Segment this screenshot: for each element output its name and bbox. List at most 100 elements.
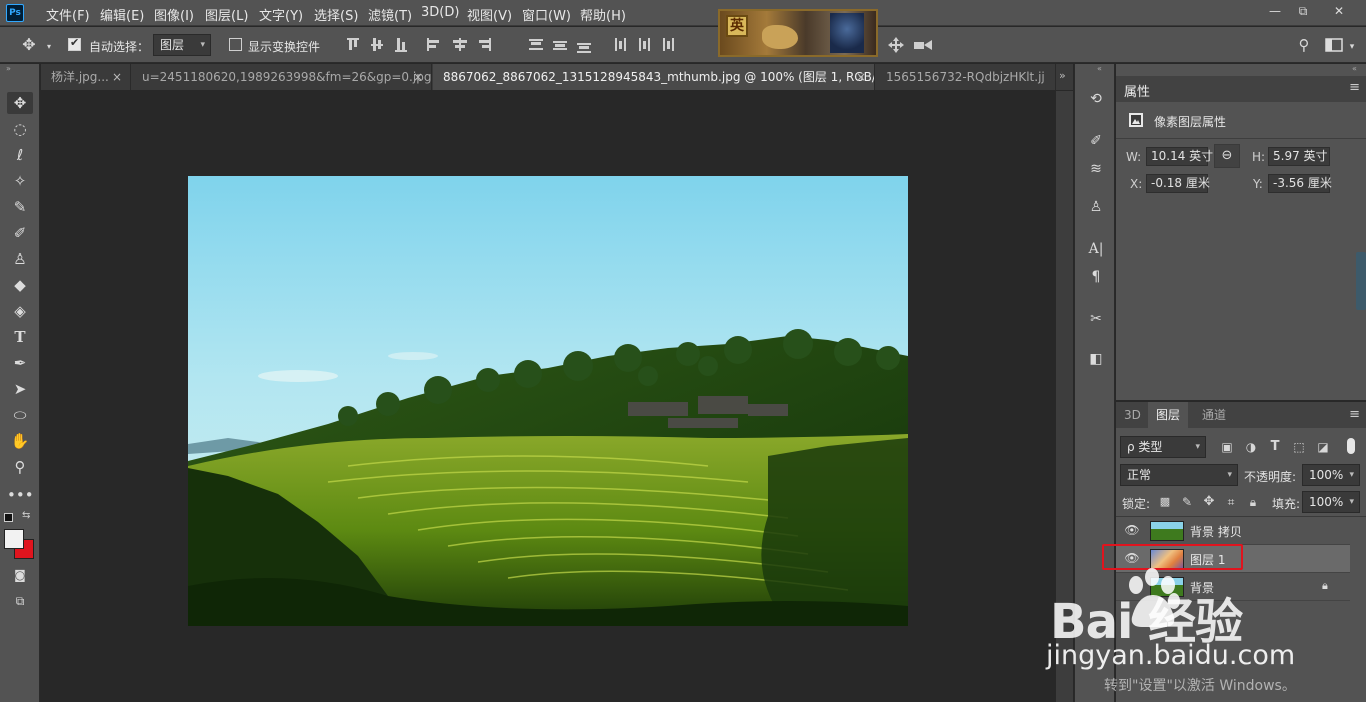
- tab-channels[interactable]: 通道: [1194, 402, 1234, 428]
- filter-shape-icon[interactable]: ⬚: [1290, 438, 1308, 456]
- lock-transparent-icon[interactable]: ▩: [1156, 493, 1174, 511]
- magic-wand-icon[interactable]: ✧: [7, 170, 33, 192]
- menu-window[interactable]: 窗口(W): [522, 5, 571, 24]
- chevron-down-icon[interactable]: ▾: [1343, 38, 1361, 56]
- restore-button[interactable]: ⧉: [1292, 2, 1314, 20]
- fill-field[interactable]: 100% ▾: [1302, 491, 1360, 513]
- banner-shape: [762, 25, 798, 49]
- history-icon[interactable]: ⟲: [1085, 88, 1107, 110]
- quick-mask-icon[interactable]: ◙: [7, 564, 33, 586]
- menu-help[interactable]: 帮助(H): [580, 5, 626, 24]
- layer-comps-icon[interactable]: ◧: [1085, 348, 1107, 370]
- more-tools-icon[interactable]: •••: [7, 484, 34, 506]
- canvas-image[interactable]: [188, 176, 908, 626]
- align-distribute-icons[interactable]: [343, 36, 703, 54]
- filter-type-icon[interactable]: T: [1266, 438, 1284, 456]
- tab-3d[interactable]: 3D: [1116, 402, 1149, 428]
- lock-artboard-icon[interactable]: ⌗: [1222, 493, 1240, 511]
- menu-icon[interactable]: ≡: [1349, 407, 1360, 422]
- x-label: X:: [1130, 177, 1143, 191]
- show-transform-label: 显示变换控件: [248, 40, 321, 54]
- visibility-eye-icon[interactable]: 👁︎: [1124, 522, 1140, 538]
- menu-filter[interactable]: 滤镜(T): [368, 5, 412, 24]
- paint-bucket-icon[interactable]: ◈: [7, 300, 33, 322]
- tab-document-2[interactable]: u=2451180620,1989263998&fm=26&gp=0.jpg ×: [132, 64, 432, 90]
- minimize-button[interactable]: —: [1264, 2, 1286, 20]
- tab-layers[interactable]: 图层: [1148, 402, 1189, 428]
- collapse-icon[interactable]: «: [1097, 64, 1102, 73]
- default-colors-icon[interactable]: [4, 513, 13, 522]
- 3d-mode-icons[interactable]: [886, 36, 936, 54]
- lasso-tool-icon[interactable]: ℓ: [7, 144, 33, 166]
- search-icon[interactable]: ⚲: [1295, 36, 1313, 54]
- x-field[interactable]: -0.18 厘米: [1146, 174, 1210, 193]
- lock-all-icon[interactable]: 🔒︎: [1244, 493, 1262, 511]
- filter-toggle[interactable]: [1347, 438, 1355, 454]
- swap-colors-icon[interactable]: ⇆: [22, 510, 30, 521]
- link-icon[interactable]: ⊖: [1214, 144, 1240, 168]
- collapse-icon[interactable]: »: [6, 64, 11, 73]
- close-icon[interactable]: ×: [856, 64, 866, 90]
- foreground-color-swatch[interactable]: [4, 529, 24, 549]
- height-field[interactable]: 5.97 英寸: [1268, 147, 1330, 166]
- layer-row[interactable]: 👁︎ 背景 拷贝: [1116, 517, 1350, 545]
- divider: [1116, 138, 1366, 139]
- close-button[interactable]: ✕: [1328, 2, 1350, 20]
- tab-overflow-icon[interactable]: »: [1059, 69, 1066, 82]
- y-field[interactable]: -3.56 厘米: [1268, 174, 1332, 193]
- character-icon[interactable]: A|: [1085, 238, 1107, 260]
- width-label: W:: [1126, 150, 1142, 164]
- width-field[interactable]: 10.14 英寸: [1146, 147, 1213, 166]
- menu-3d[interactable]: 3D(D): [421, 5, 459, 20]
- windows-activation-notice: 转到"设置"以激活 Windows。: [1104, 678, 1296, 694]
- menu-select[interactable]: 选择(S): [314, 5, 358, 24]
- eraser-tool-icon[interactable]: ◆: [7, 274, 33, 296]
- path-select-icon[interactable]: ➤: [7, 378, 33, 400]
- menu-type[interactable]: 文字(Y): [259, 5, 303, 24]
- ellipse-tool-icon[interactable]: ⬭: [7, 404, 33, 426]
- marquee-tool-icon[interactable]: ◌: [7, 118, 33, 140]
- panel-scrollbar[interactable]: [1356, 252, 1366, 310]
- filter-pixel-icon[interactable]: ▣: [1218, 438, 1236, 456]
- brush-tool-icon[interactable]: ✐: [7, 222, 33, 244]
- auto-select-target-dropdown[interactable]: 图层 ▾: [153, 34, 211, 56]
- collapse-icon[interactable]: «: [1352, 64, 1357, 73]
- auto-select-checkbox[interactable]: [68, 36, 81, 51]
- menu-edit[interactable]: 编辑(E): [100, 5, 144, 24]
- move-tool-icon[interactable]: ✥: [7, 92, 33, 114]
- menu-view[interactable]: 视图(V): [467, 5, 512, 24]
- layer-filter-dropdown[interactable]: ρ 类型 ▾: [1120, 436, 1206, 458]
- chevron-down-icon[interactable]: ▾: [40, 38, 58, 56]
- close-icon[interactable]: ×: [112, 64, 122, 90]
- blend-mode-dropdown[interactable]: 正常 ▾: [1120, 464, 1238, 486]
- adjustments-icon[interactable]: ≋: [1085, 158, 1107, 180]
- menu-file[interactable]: 文件(F): [46, 5, 90, 24]
- zoom-tool-icon[interactable]: ⚲: [7, 456, 33, 478]
- filter-adjustment-icon[interactable]: ◑: [1242, 438, 1260, 456]
- banner-image: 英: [718, 9, 878, 57]
- close-icon[interactable]: ×: [413, 64, 423, 90]
- tab-document-1[interactable]: 杨洋.jpg... ×: [41, 64, 131, 90]
- screen-mode-icon[interactable]: ⧉: [7, 590, 33, 612]
- menu-layer[interactable]: 图层(L): [205, 5, 248, 24]
- tools-icon[interactable]: ✂: [1085, 308, 1107, 330]
- lock-position-icon[interactable]: ✥: [1200, 493, 1218, 511]
- show-transform-checkbox[interactable]: [229, 38, 242, 51]
- lock-pixels-icon[interactable]: ✎: [1178, 493, 1196, 511]
- eyedropper-icon[interactable]: ✎: [7, 196, 33, 218]
- menu-image[interactable]: 图像(I): [154, 5, 194, 24]
- move-tool-icon[interactable]: ✥: [20, 36, 38, 54]
- tab-document-active[interactable]: 8867062_8867062_1315128945843_mthumb.jpg…: [433, 64, 875, 90]
- opacity-field[interactable]: 100% ▾: [1302, 464, 1360, 486]
- workspace-icon[interactable]: [1325, 38, 1343, 52]
- stamp-tool-icon[interactable]: ♙: [7, 248, 33, 270]
- filter-smart-object-icon[interactable]: ◪: [1314, 438, 1332, 456]
- clone-source-icon[interactable]: ♙: [1085, 196, 1107, 218]
- menu-icon[interactable]: ≡: [1349, 80, 1360, 95]
- paragraph-icon[interactable]: ¶: [1085, 266, 1107, 288]
- pen-tool-icon[interactable]: ✒: [7, 352, 33, 374]
- hand-tool-icon[interactable]: ✋: [7, 430, 33, 452]
- type-tool-icon[interactable]: T: [7, 326, 33, 348]
- tab-document-4[interactable]: 1565156732-RQdbjzHKlt.jj: [876, 64, 1056, 90]
- brush-settings-icon[interactable]: ✐: [1085, 130, 1107, 152]
